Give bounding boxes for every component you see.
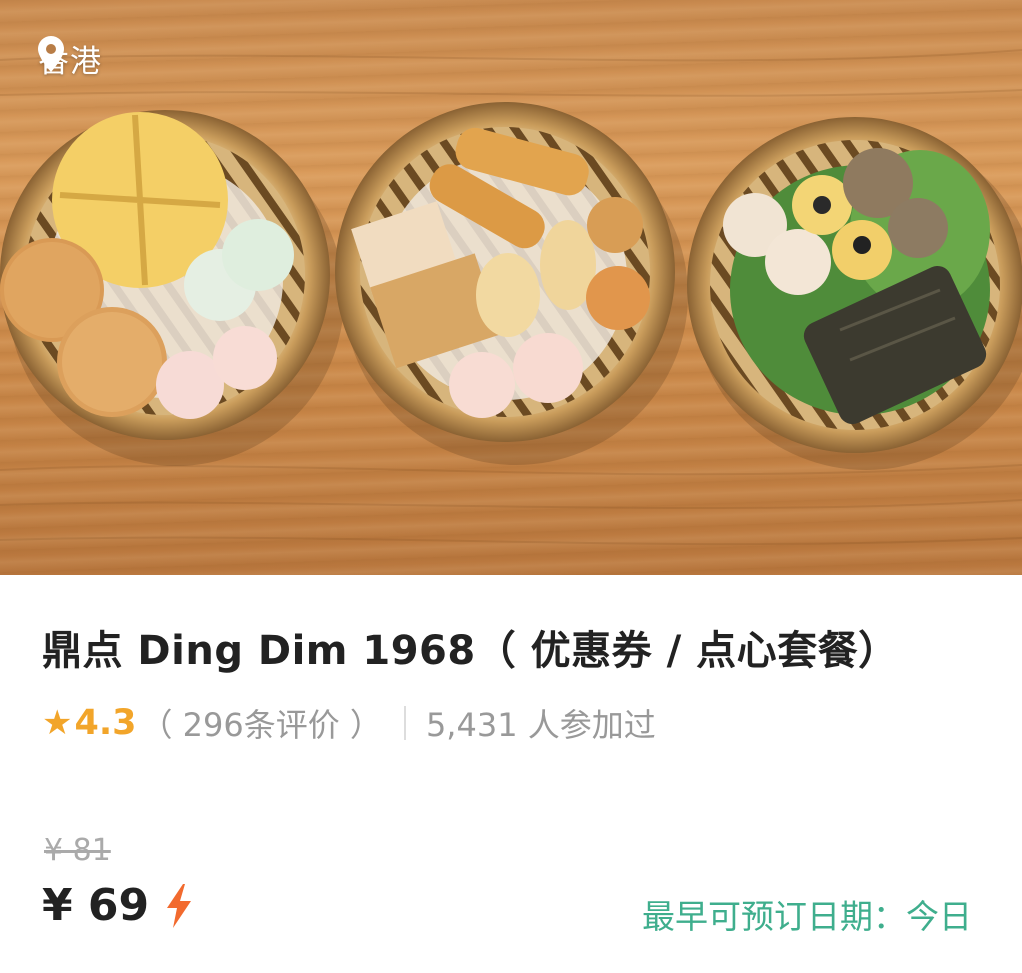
rating-row: ★ 4.3 （ 296条评价 ） 5,431 人参加过 bbox=[42, 700, 656, 746]
original-price: ¥ 81 bbox=[44, 833, 111, 868]
product-card[interactable]: 香港 鼎点 Ding Dim 1968（ 优惠券 / 点心套餐） ★ 4.3 （… bbox=[0, 0, 1022, 973]
earliest-booking-date: 最早可预订日期：今日 bbox=[642, 897, 972, 936]
product-title[interactable]: 鼎点 Ding Dim 1968（ 优惠券 / 点心套餐） bbox=[42, 618, 899, 676]
current-price: ¥ 69 bbox=[42, 880, 150, 931]
review-count[interactable]: （ 296条评价 ） bbox=[141, 700, 382, 746]
steamer-right bbox=[687, 117, 1022, 470]
steamer-middle bbox=[335, 102, 688, 465]
divider bbox=[403, 706, 406, 740]
participant-count: 5,431 人参加过 bbox=[425, 706, 656, 744]
hero-image[interactable]: 香港 bbox=[0, 0, 1022, 575]
location-label[interactable]: 香港 bbox=[38, 36, 102, 81]
map-pin-icon bbox=[38, 36, 64, 72]
current-price-row: ¥ 69 bbox=[42, 880, 193, 931]
steamer-left bbox=[0, 110, 344, 466]
star-icon: ★ bbox=[42, 703, 73, 743]
dim-sum-illustration bbox=[0, 49, 1022, 546]
lightning-icon bbox=[167, 883, 192, 928]
rating-score: 4.3 bbox=[74, 703, 137, 743]
